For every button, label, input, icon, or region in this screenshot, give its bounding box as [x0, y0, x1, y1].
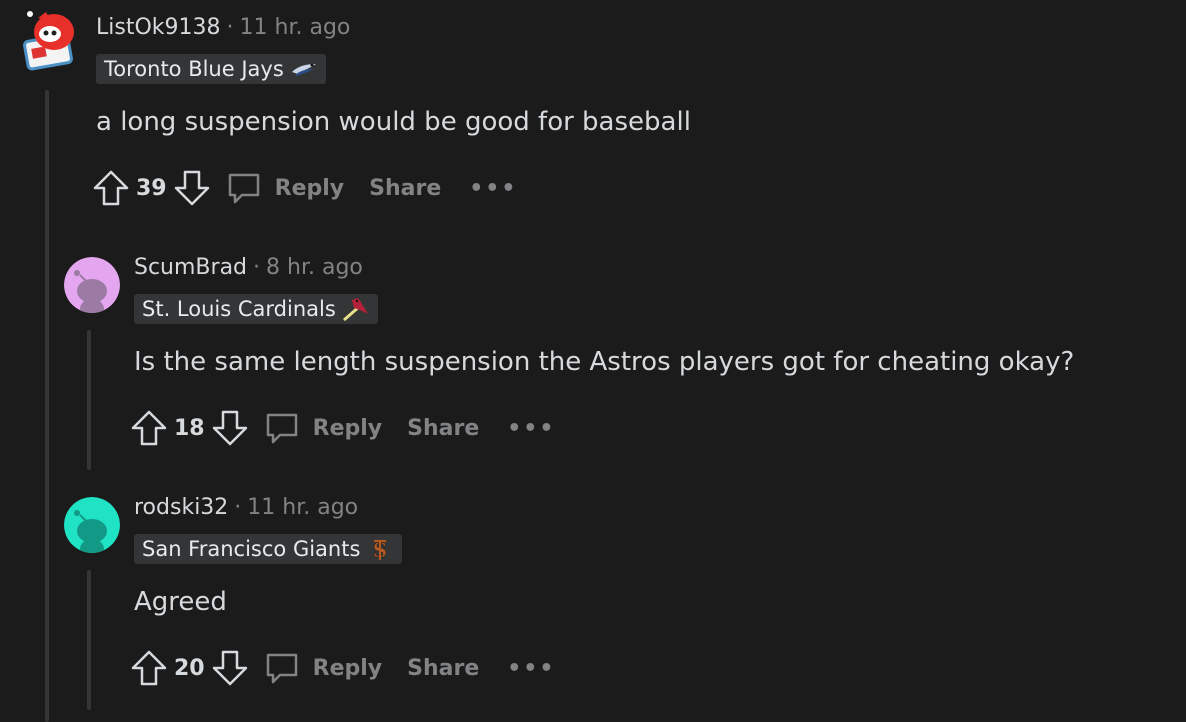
reply-button[interactable]: Reply	[275, 176, 345, 201]
reply-button[interactable]: Reply	[313, 656, 383, 681]
share-button[interactable]: Share	[407, 416, 479, 441]
comment-meta: ScumBrad · 8 hr. ago	[134, 254, 363, 282]
meta-separator: ·	[226, 15, 234, 40]
avatar[interactable]	[64, 497, 120, 553]
reply-button[interactable]: Reply	[313, 416, 383, 441]
upvote-icon[interactable]	[130, 649, 168, 687]
timestamp[interactable]: 8 hr. ago	[266, 255, 363, 280]
comment-actions: 18 Reply Share •••	[130, 406, 555, 450]
blue-jay-icon	[290, 56, 318, 82]
comment-actions: 39 Reply Share •••	[92, 166, 517, 210]
vote-count: 18	[174, 415, 205, 441]
more-options-button[interactable]: •••	[507, 656, 555, 681]
downvote-icon[interactable]	[173, 169, 211, 207]
comment-actions: 20 Reply Share •••	[130, 646, 555, 690]
flair-label: Toronto Blue Jays	[104, 57, 284, 81]
upvote-icon[interactable]	[92, 169, 130, 207]
flair-label: St. Louis Cardinals	[142, 297, 336, 321]
comment-meta: rodski32 · 11 hr. ago	[134, 494, 358, 522]
author-link[interactable]: ListOk9138	[96, 15, 221, 40]
vote-count: 39	[136, 175, 167, 201]
reply-icon[interactable]	[225, 169, 263, 207]
meta-separator: ·	[253, 255, 261, 280]
comment-body: a long suspension would be good for base…	[96, 107, 691, 137]
downvote-icon[interactable]	[211, 409, 249, 447]
share-button[interactable]: Share	[369, 176, 441, 201]
more-options-button[interactable]: •••	[469, 176, 517, 201]
thread-line[interactable]	[45, 90, 49, 722]
user-flair: St. Louis Cardinals	[134, 294, 378, 324]
avatar[interactable]	[20, 8, 80, 72]
vote-count: 20	[174, 655, 205, 681]
meta-separator: ·	[234, 495, 242, 520]
cardinal-bird-icon	[342, 296, 370, 322]
comment-body: Agreed	[134, 587, 227, 617]
author-link[interactable]: ScumBrad	[134, 255, 247, 280]
comment-body: Is the same length suspension the Astros…	[134, 347, 1075, 377]
avatar[interactable]	[64, 257, 120, 313]
share-button[interactable]: Share	[407, 656, 479, 681]
reply-icon[interactable]	[263, 649, 301, 687]
upvote-icon[interactable]	[130, 409, 168, 447]
user-flair: San Francisco Giants S	[134, 534, 403, 564]
author-link[interactable]: rodski32	[134, 495, 228, 520]
downvote-icon[interactable]	[211, 649, 249, 687]
sf-logo-icon: S	[366, 536, 394, 563]
more-options-button[interactable]: •••	[507, 416, 555, 441]
thread-line[interactable]	[87, 570, 91, 710]
flair-label: San Francisco Giants	[142, 537, 361, 561]
timestamp[interactable]: 11 hr. ago	[247, 495, 358, 520]
reply-icon[interactable]	[263, 409, 301, 447]
timestamp[interactable]: 11 hr. ago	[240, 15, 351, 40]
user-flair: Toronto Blue Jays	[96, 54, 326, 84]
comment-meta: ListOk9138 · 11 hr. ago	[96, 14, 350, 42]
thread-line[interactable]	[87, 330, 91, 470]
